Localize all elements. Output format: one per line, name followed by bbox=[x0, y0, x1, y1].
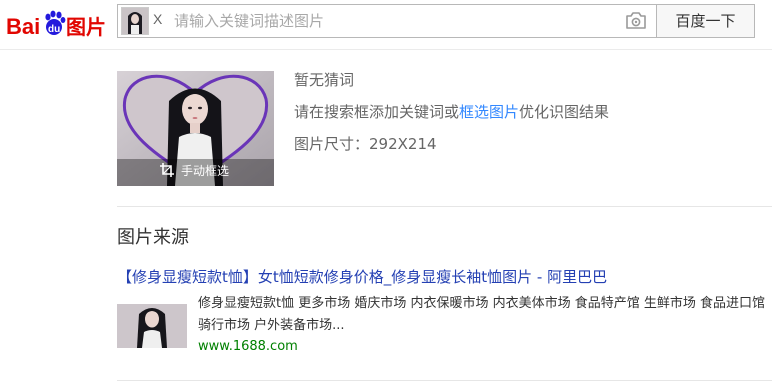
svg-text:Bai: Bai bbox=[6, 14, 40, 39]
image-size-label: 图片尺寸： bbox=[294, 135, 370, 153]
svg-text:du: du bbox=[48, 24, 60, 35]
search-input[interactable] bbox=[174, 9, 614, 33]
hint-text: 请在搜索框添加关键词或框选图片优化识图结果 bbox=[294, 102, 609, 122]
result-description: 修身显瘦短款t恤 更多市场 婚庆市场 内衣保暖市场 内衣美体市场 食品特产馆 生… bbox=[198, 296, 766, 333]
close-icon[interactable]: X bbox=[153, 11, 162, 27]
svg-text:图片: 图片 bbox=[66, 15, 106, 39]
search-box: X bbox=[117, 4, 658, 38]
no-guess-text: 暂无猜词 bbox=[294, 71, 355, 89]
crop-icon bbox=[160, 163, 174, 177]
uploaded-image-chip: X bbox=[121, 7, 167, 35]
image-sources-title: 图片来源 bbox=[117, 227, 189, 248]
crop-image-link[interactable]: 框选图片 bbox=[459, 103, 519, 121]
divider bbox=[117, 206, 772, 207]
result-thumbnail[interactable] bbox=[117, 304, 187, 348]
image-size-text: 图片尺寸：292X214 bbox=[294, 134, 437, 154]
baidu-logo[interactable]: Bai du 图片 bbox=[6, 8, 110, 40]
hint-suffix: 优化识图结果 bbox=[519, 103, 610, 121]
search-button[interactable]: 百度一下 bbox=[656, 4, 755, 38]
manual-crop-label: 手动框选 bbox=[181, 163, 230, 178]
query-image[interactable]: 手动框选 bbox=[117, 71, 274, 186]
manual-crop-button[interactable]: 手动框选 bbox=[159, 161, 229, 179]
result-title-link[interactable]: 【修身显瘦短款t恤】女t恤短款修身价格_修身显瘦长袖t恤图片 - 阿里巴巴 bbox=[117, 266, 607, 288]
top-header: Bai du 图片 X 请输入关键词描述图片 百度一下 bbox=[0, 0, 772, 50]
camera-icon[interactable] bbox=[624, 11, 648, 31]
image-size-value: 292X214 bbox=[369, 135, 437, 153]
result-url[interactable]: www.1688.com bbox=[198, 338, 298, 356]
hint-prefix: 请在搜索框添加关键词或 bbox=[294, 103, 460, 121]
divider bbox=[117, 380, 772, 381]
uploaded-image-thumbnail[interactable] bbox=[121, 7, 149, 35]
